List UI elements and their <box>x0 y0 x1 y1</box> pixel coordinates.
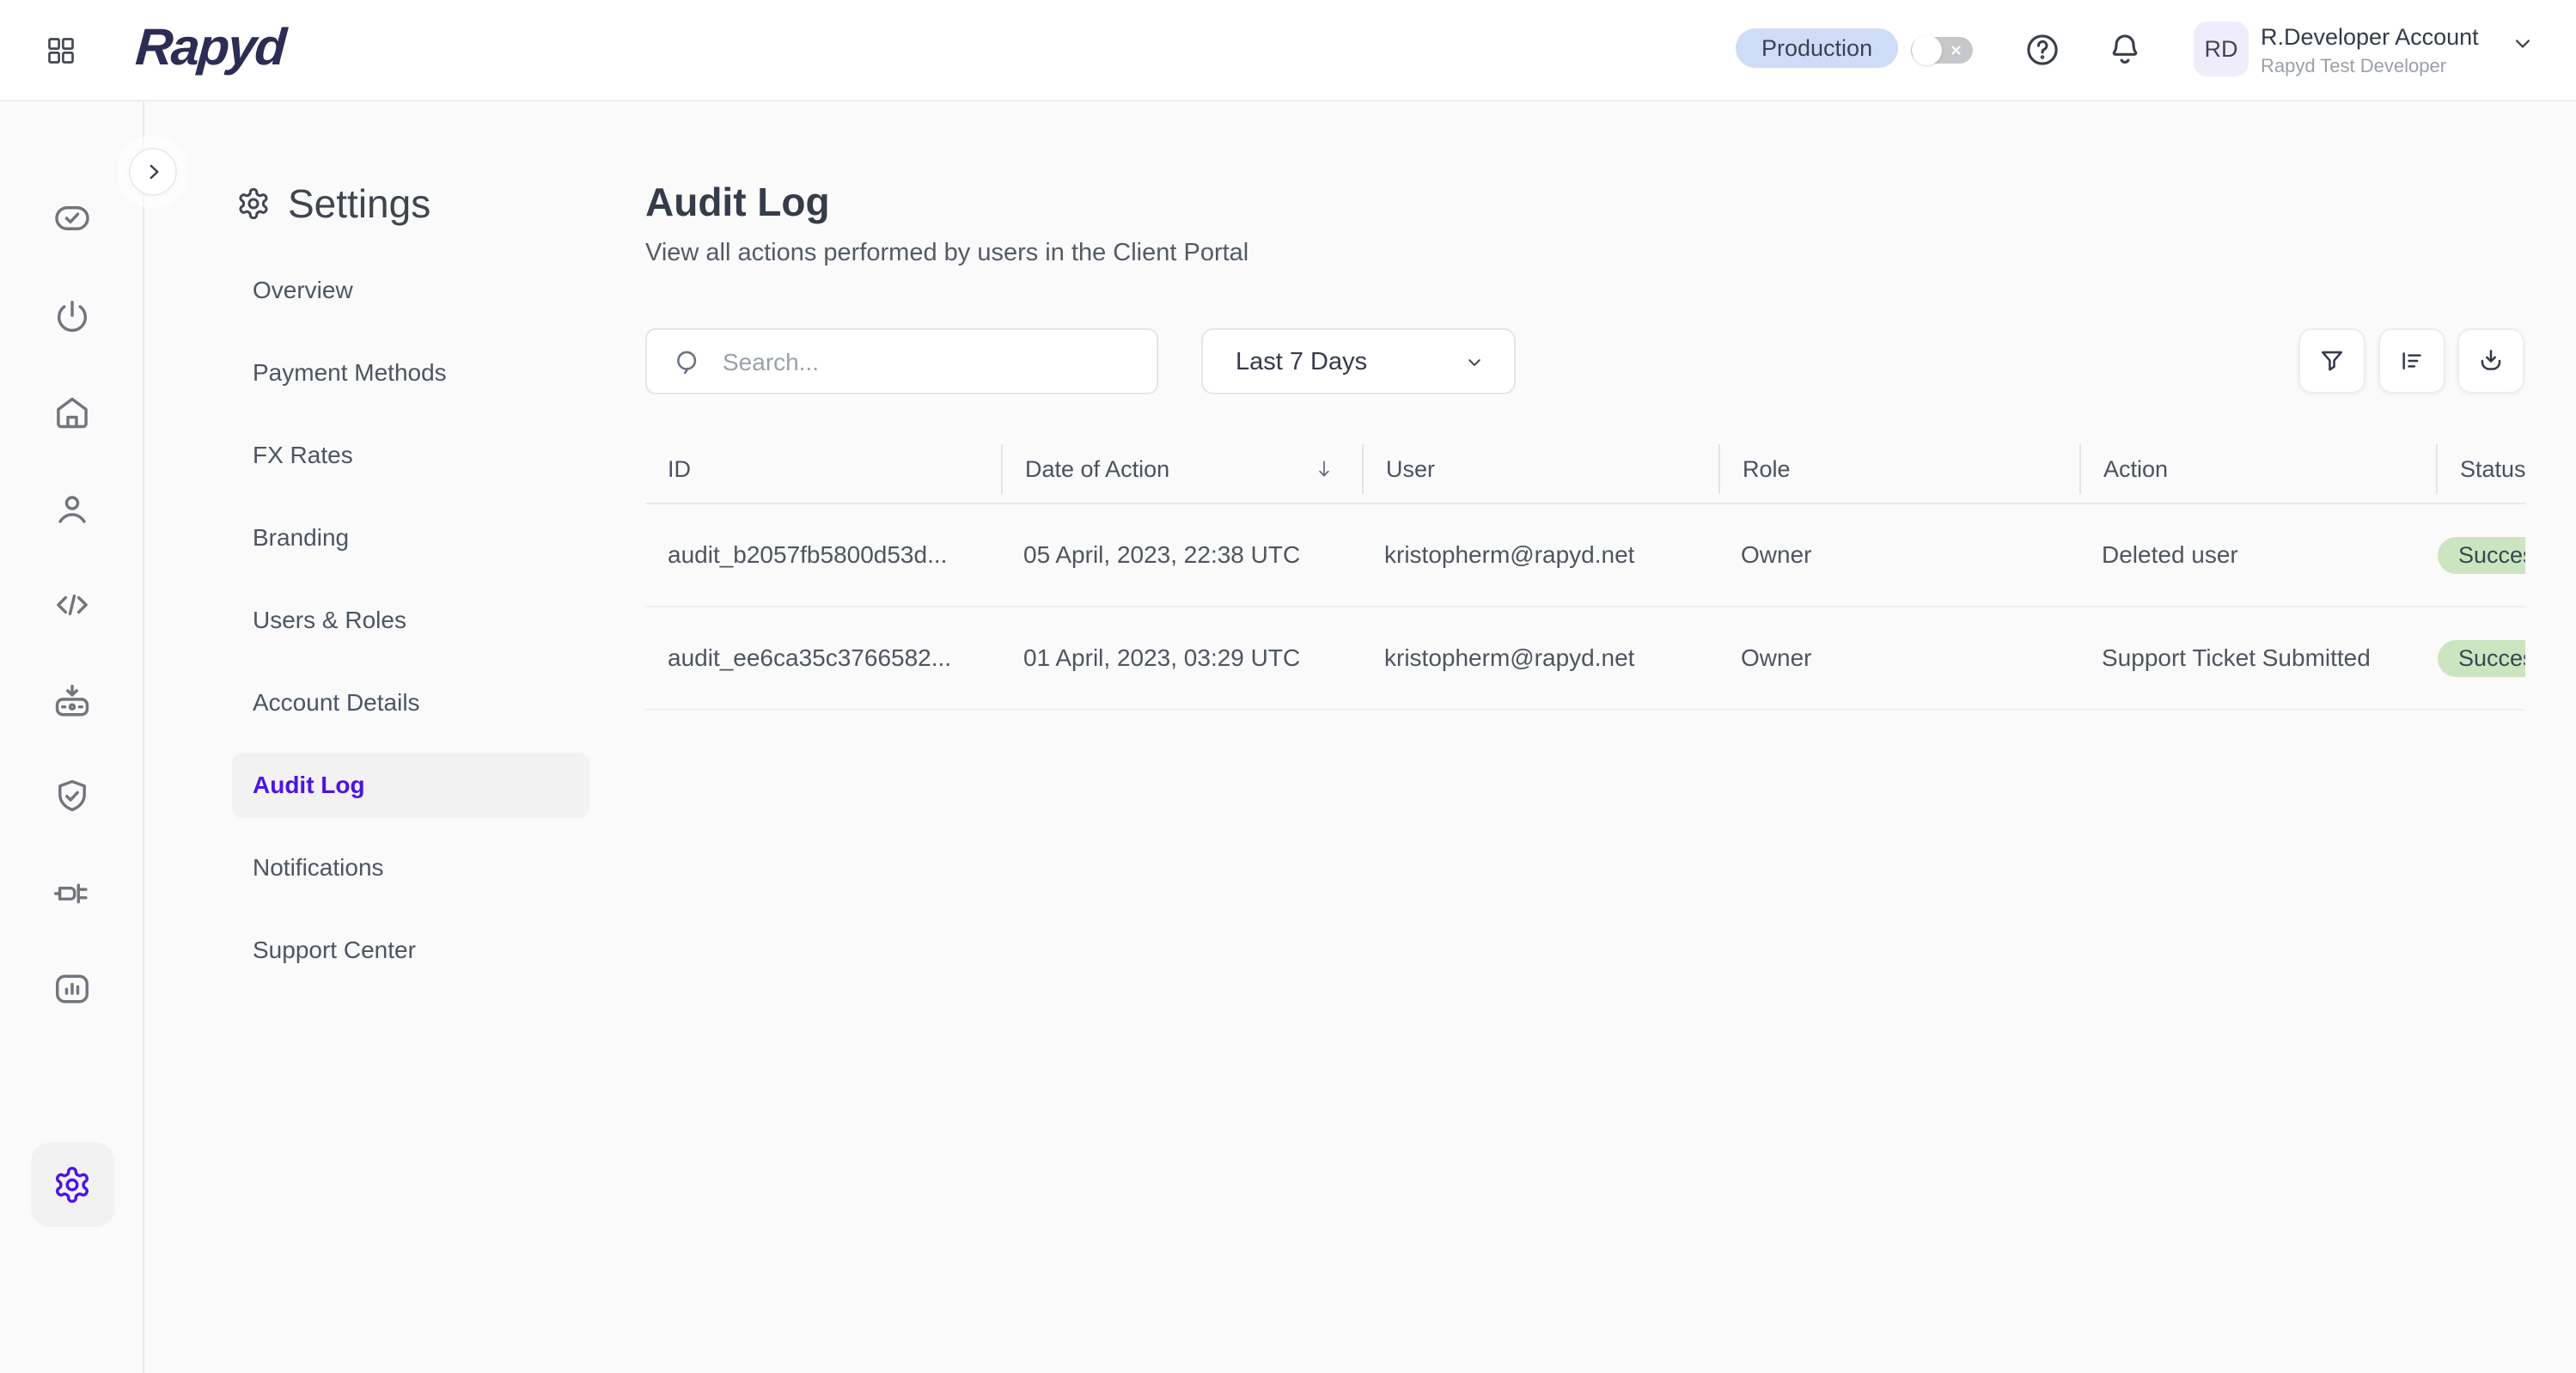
column-header-date[interactable]: Date of Action <box>1001 444 1362 494</box>
compliance-shield-icon[interactable] <box>52 777 92 816</box>
sort-descending-arrow-icon <box>1312 457 1336 481</box>
table-row[interactable]: audit_b2057fb5800d53d... 05 April, 2023,… <box>645 504 2525 607</box>
nav-item-users-roles[interactable]: Users & Roles <box>232 588 589 653</box>
search-input[interactable] <box>721 335 1137 389</box>
cell-status: Success <box>2436 640 2525 677</box>
apps-grid-icon[interactable] <box>46 35 76 66</box>
cell-date: 05 April, 2023, 22:38 UTC <box>1001 541 1362 569</box>
column-header-role: Role <box>1718 444 2079 494</box>
icon-rail <box>0 101 144 1373</box>
search-box <box>645 328 1158 394</box>
settings-gear-icon[interactable] <box>52 1165 92 1205</box>
cell-role: Owner <box>1718 541 2079 569</box>
nav-item-fx-rates[interactable]: FX Rates <box>232 423 589 488</box>
integrations-plug-icon[interactable] <box>52 874 92 913</box>
column-header-status: Status <box>2436 444 2525 494</box>
settings-nav: Overview Payment Methods FX Rates Brandi… <box>232 258 589 1000</box>
download-button[interactable] <box>2457 328 2524 394</box>
nav-item-support-center[interactable]: Support Center <box>232 918 589 983</box>
status-badge: Success <box>2438 640 2525 677</box>
filter-button[interactable] <box>2298 328 2365 394</box>
sort-list-icon <box>2397 346 2426 375</box>
environment-badge: Production <box>1736 28 1898 68</box>
help-circle-icon[interactable] <box>2024 32 2060 68</box>
cell-user: kristopherm@rapyd.net <box>1362 644 1718 672</box>
top-header: Rapyd Production RD R.Developer Account <box>0 0 2576 101</box>
audit-log-table: ID Date of Action User Role Action Statu… <box>645 436 2525 711</box>
download-icon <box>2476 346 2506 375</box>
search-icon <box>673 348 702 377</box>
cell-action: Support Ticket Submitted <box>2079 644 2436 672</box>
payouts-inbox-icon[interactable] <box>52 681 92 721</box>
toggle-x-icon <box>1947 41 1965 59</box>
settings-gear-heading-icon <box>236 186 271 221</box>
status-badge: Success <box>2438 537 2525 574</box>
settings-panel-title: Settings <box>288 180 430 227</box>
cell-id: audit_b2057fb5800d53d... <box>645 541 1001 569</box>
column-header-date-label: Date of Action <box>1025 456 1169 482</box>
cell-id: audit_ee6ca35c3766582... <box>645 644 1001 672</box>
column-header-action: Action <box>2079 444 2436 494</box>
cell-date: 01 April, 2023, 03:29 UTC <box>1001 644 1362 672</box>
nav-item-audit-log[interactable]: Audit Log <box>232 753 589 818</box>
date-range-value: Last 7 Days <box>1236 348 1367 376</box>
chevron-down-icon <box>2510 31 2536 57</box>
nav-item-notifications[interactable]: Notifications <box>232 835 589 900</box>
account-name: R.Developer Account <box>2261 24 2479 51</box>
account-subtitle: Rapyd Test Developer <box>2261 55 2446 77</box>
user-icon[interactable] <box>52 490 92 529</box>
sort-button[interactable] <box>2378 328 2445 394</box>
table-row[interactable]: audit_ee6ca35c3766582... 01 April, 2023,… <box>645 607 2525 711</box>
developer-code-icon[interactable] <box>52 585 92 625</box>
analytics-chart-icon[interactable] <box>52 969 92 1009</box>
toggle-knob <box>1912 35 1942 65</box>
content-area: Settings Overview Payment Methods FX Rat… <box>144 101 2576 1373</box>
cell-role: Owner <box>1718 644 2079 672</box>
home-icon[interactable] <box>52 393 92 432</box>
rapyd-logo[interactable]: Rapyd <box>134 17 287 76</box>
nav-item-overview[interactable]: Overview <box>232 258 589 323</box>
nav-item-account-details[interactable]: Account Details <box>232 670 589 735</box>
power-icon[interactable] <box>52 297 92 337</box>
page-subtitle: View all actions performed by users in t… <box>645 239 1248 267</box>
tasks-check-icon[interactable] <box>52 198 92 238</box>
rapyd-client-portal: Rapyd Production RD R.Developer Account <box>0 0 2576 1373</box>
avatar: RD <box>2194 21 2249 76</box>
nav-item-branding[interactable]: Branding <box>232 505 589 571</box>
page-title: Audit Log <box>645 179 830 225</box>
nav-item-payment-methods[interactable]: Payment Methods <box>232 340 589 406</box>
cell-user: kristopherm@rapyd.net <box>1362 541 1718 569</box>
date-range-select[interactable]: Last 7 Days <box>1201 328 1516 394</box>
notifications-bell-icon[interactable] <box>2107 31 2143 67</box>
chevron-right-icon <box>143 161 165 183</box>
filter-funnel-icon <box>2317 346 2347 375</box>
column-header-user: User <box>1362 444 1718 494</box>
table-header-row: ID Date of Action User Role Action Statu… <box>645 436 2525 504</box>
sidebar-expand-button[interactable] <box>129 148 177 196</box>
cell-action: Deleted user <box>2079 541 2436 569</box>
environment-toggle[interactable] <box>1911 37 1973 64</box>
column-header-id: ID <box>645 444 1001 494</box>
cell-status: Success <box>2436 537 2525 574</box>
chevron-down-icon <box>1462 351 1486 375</box>
